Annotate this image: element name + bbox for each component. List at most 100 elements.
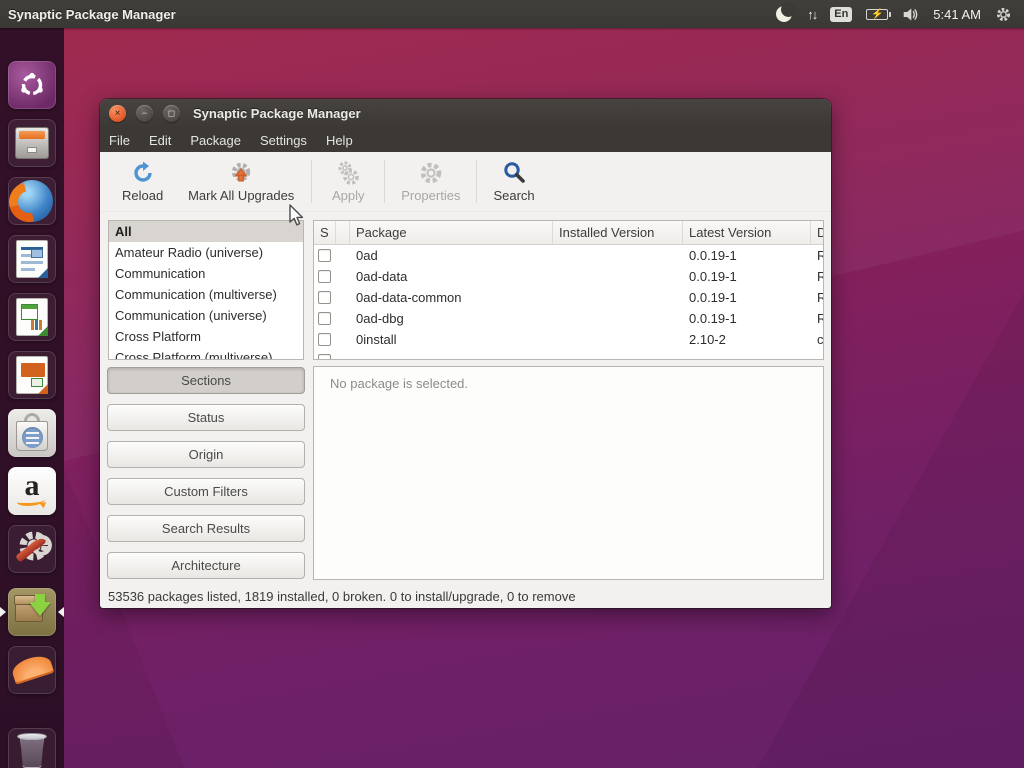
app-grid-dots: [26, 432, 39, 444]
keyboard-layout-indicator[interactable]: En: [830, 7, 852, 22]
menu-file[interactable]: File: [109, 133, 130, 148]
drawer-handle: [27, 147, 37, 153]
launcher-files-icon[interactable]: [8, 119, 56, 167]
battery-charging-icon[interactable]: ⚡: [866, 9, 888, 20]
column-header-installed-version[interactable]: Installed Version: [553, 221, 683, 244]
table-row[interactable]: 0install 2.10-2 cr: [314, 329, 823, 350]
close-button[interactable]: ×: [109, 105, 126, 122]
minimize-button[interactable]: −: [136, 105, 153, 122]
download-arrow-icon: [29, 602, 51, 616]
menu-help[interactable]: Help: [326, 133, 353, 148]
search-icon: [502, 161, 526, 185]
column-header-package[interactable]: Package: [350, 221, 553, 244]
writer-document-icon: [16, 240, 48, 278]
launcher-firefox-icon[interactable]: [8, 177, 56, 225]
volume-icon[interactable]: [902, 6, 919, 23]
properties-gear-icon: [419, 161, 443, 185]
launcher-amazon-icon[interactable]: a: [8, 467, 56, 515]
mouse-cursor: [288, 204, 304, 228]
amazon-smile-icon: [17, 496, 45, 506]
menu-edit[interactable]: Edit: [149, 133, 171, 148]
package-description: R: [811, 269, 823, 284]
launcher-trash-icon[interactable]: [8, 728, 56, 768]
apply-button[interactable]: Apply: [316, 152, 380, 211]
session-gear-icon[interactable]: [995, 6, 1012, 23]
architecture-button[interactable]: Architecture: [107, 552, 305, 579]
package-checkbox[interactable]: [318, 249, 331, 262]
category-list[interactable]: All Amateur Radio (universe) Communicati…: [108, 220, 304, 360]
launcher-synaptic-icon[interactable]: [8, 588, 56, 636]
impress-document-icon: [16, 356, 48, 394]
column-header-description[interactable]: D: [811, 221, 823, 244]
ubuntu-logo-icon: [19, 72, 45, 98]
search-button[interactable]: Search: [481, 152, 546, 211]
table-row[interactable]: 0ad 0.0.19-1 R: [314, 245, 823, 266]
status-button[interactable]: Status: [107, 404, 305, 431]
launcher-software-center-icon[interactable]: [8, 409, 56, 457]
status-text: 53536 packages listed, 1819 installed, 0…: [108, 589, 576, 604]
bolt-icon: ⚡: [871, 9, 883, 20]
category-item[interactable]: Cross Platform: [109, 326, 303, 347]
table-row[interactable]: 0ad-data-common 0.0.19-1 R: [314, 287, 823, 308]
package-checkbox[interactable]: [318, 270, 331, 283]
custom-filters-button[interactable]: Custom Filters: [107, 478, 305, 505]
focused-indicator-arrow: [58, 607, 64, 617]
top-panel: Synaptic Package Manager ↑↓ En ⚡ 5:41 AM: [0, 0, 1024, 28]
maximize-button[interactable]: ◻: [163, 105, 180, 122]
latest-version: 0.0.19-1: [683, 311, 811, 326]
package-description: R: [811, 290, 823, 305]
clock[interactable]: 5:41 AM: [933, 7, 981, 22]
package-name: 0ad-dbg: [350, 311, 553, 326]
menu-settings[interactable]: Settings: [260, 133, 307, 148]
orange-slice-icon: [10, 652, 55, 684]
slide-block: [21, 363, 45, 377]
status-bar: 53536 packages listed, 1819 installed, 0…: [100, 584, 831, 608]
launcher-libreoffice-impress-icon[interactable]: [8, 351, 56, 399]
category-item[interactable]: Communication (universe): [109, 305, 303, 326]
window-titlebar[interactable]: × − ◻ Synaptic Package Manager: [100, 99, 831, 128]
latest-version: 0.0.19-1: [683, 290, 811, 305]
table-row-partial[interactable]: [314, 350, 823, 360]
launcher-ubuntu-dash-icon[interactable]: [8, 61, 56, 109]
origin-button[interactable]: Origin: [107, 441, 305, 468]
toolbar-separator: [384, 160, 385, 203]
unity-launcher: a: [0, 28, 64, 768]
category-item[interactable]: Cross Platform (multiverse): [109, 347, 303, 360]
menu-package[interactable]: Package: [190, 133, 241, 148]
category-item[interactable]: Amateur Radio (universe): [109, 242, 303, 263]
launcher-system-settings-icon[interactable]: [8, 525, 56, 573]
package-name: 0install: [350, 332, 553, 347]
launcher-libreoffice-calc-icon[interactable]: [8, 293, 56, 341]
sections-button[interactable]: Sections: [107, 367, 305, 394]
spreadsheet-grid: [21, 304, 38, 320]
package-table[interactable]: S Package Installed Version Latest Versi…: [313, 220, 824, 360]
package-checkbox[interactable]: [318, 354, 331, 360]
crescent-indicator-icon[interactable]: [775, 5, 793, 23]
latest-version: 0.0.19-1: [683, 269, 811, 284]
launcher-libreoffice-writer-icon[interactable]: [8, 235, 56, 283]
search-results-button[interactable]: Search Results: [107, 515, 305, 542]
column-header-s[interactable]: S: [314, 221, 336, 244]
page-fold: [38, 268, 48, 278]
package-checkbox[interactable]: [318, 333, 331, 346]
launcher-clementine-icon[interactable]: [8, 646, 56, 694]
page-fold: [38, 326, 48, 336]
table-row[interactable]: 0ad-dbg 0.0.19-1 R: [314, 308, 823, 329]
category-item-all[interactable]: All: [109, 221, 303, 242]
column-header-status-icon[interactable]: [336, 221, 350, 244]
package-checkbox[interactable]: [318, 291, 331, 304]
mark-upgrades-icon: [229, 161, 253, 185]
category-item[interactable]: Communication (multiverse): [109, 284, 303, 305]
table-row[interactable]: 0ad-data 0.0.19-1 R: [314, 266, 823, 287]
mark-all-upgrades-button[interactable]: Mark All Upgrades: [175, 152, 307, 211]
app-grid-circle: [22, 427, 43, 448]
toolbar-separator: [311, 160, 312, 203]
reload-button[interactable]: Reload: [110, 152, 175, 211]
properties-button[interactable]: Properties: [389, 152, 472, 211]
package-checkbox[interactable]: [318, 312, 331, 325]
calc-document-icon: [16, 298, 48, 336]
category-item[interactable]: Communication: [109, 263, 303, 284]
package-description: R: [811, 311, 823, 326]
sync-arrows-icon[interactable]: ↑↓: [807, 7, 816, 22]
column-header-latest-version[interactable]: Latest Version: [683, 221, 811, 244]
